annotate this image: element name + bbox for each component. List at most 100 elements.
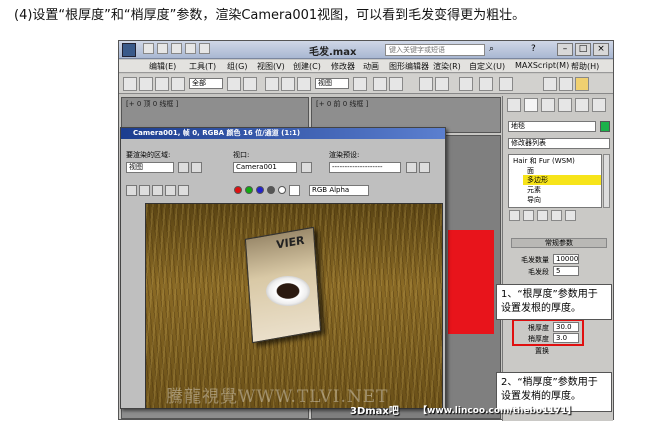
render-frame-window: Camera001, 帧 0, RGBA 颜色 16 位/通道 (1:1) 要渲…: [120, 127, 446, 409]
render-setup-icon[interactable]: [543, 77, 557, 91]
stack-item-polygon[interactable]: 多边形: [523, 175, 601, 185]
menu-views[interactable]: 视图(V): [257, 61, 285, 72]
remove-modifier-icon[interactable]: [551, 210, 562, 221]
layer-icon[interactable]: [459, 77, 473, 91]
hair-count-spinner[interactable]: 10000: [553, 254, 579, 264]
open-icon[interactable]: [157, 43, 168, 54]
utilities-tab-icon[interactable]: [592, 98, 606, 112]
curve-editor-icon[interactable]: [479, 77, 493, 91]
undo-icon[interactable]: [185, 43, 196, 54]
render-icon[interactable]: [575, 77, 589, 91]
rug-object-shaded: [448, 230, 494, 334]
snap-icon[interactable]: [373, 77, 387, 91]
menu-group[interactable]: 组(G): [227, 61, 247, 72]
auto-region-icon[interactable]: [191, 162, 202, 173]
edit-region-icon[interactable]: [178, 162, 189, 173]
create-tab-icon[interactable]: [507, 98, 521, 112]
make-unique-icon[interactable]: [537, 210, 548, 221]
stack-item-element[interactable]: 元素: [527, 185, 541, 195]
redo-icon[interactable]: [199, 43, 210, 54]
save-icon[interactable]: [171, 43, 182, 54]
menu-modifiers[interactable]: 修改器: [331, 61, 355, 72]
mono-icon[interactable]: [278, 186, 286, 194]
preset-dropdown[interactable]: --------------------: [329, 162, 401, 173]
modify-tab-icon[interactable]: [524, 98, 538, 112]
stack-scrollbar[interactable]: [603, 154, 610, 208]
reference-coord-dropdown[interactable]: 视图: [315, 78, 349, 89]
display-tab-icon[interactable]: [575, 98, 589, 112]
save-image-icon[interactable]: [126, 185, 137, 196]
red-channel-icon[interactable]: [234, 186, 242, 194]
copy-image-icon[interactable]: [139, 185, 150, 196]
modifier-list-dropdown[interactable]: 修改器列表: [508, 138, 610, 149]
clone-window-icon[interactable]: [152, 185, 163, 196]
clear-icon[interactable]: [178, 185, 189, 196]
search-icon[interactable]: ⌕: [489, 44, 494, 54]
search-input[interactable]: 键入关键字或短语: [385, 44, 485, 56]
title-bar: 毛发.max 键入关键字或短语 ⌕ ? – □ ×: [119, 41, 613, 59]
menu-edit[interactable]: 编辑(E): [149, 61, 176, 72]
object-name-field[interactable]: 地毯: [508, 121, 596, 132]
link-icon[interactable]: [139, 77, 153, 91]
blue-channel-icon[interactable]: [256, 186, 264, 194]
angle-snap-icon[interactable]: [389, 77, 403, 91]
main-toolbar: 全部 视图: [119, 74, 613, 94]
motion-tab-icon[interactable]: [558, 98, 572, 112]
selection-filter-dropdown[interactable]: 全部: [189, 78, 223, 89]
move-icon[interactable]: [265, 77, 279, 91]
object-color-swatch[interactable]: [600, 121, 610, 132]
mirror-icon[interactable]: [419, 77, 433, 91]
menu-tools[interactable]: 工具(T): [189, 61, 216, 72]
hair-count-label: 毛发数量: [521, 256, 549, 264]
menu-maxscript[interactable]: MAXScript(M): [515, 61, 569, 70]
select-by-name-icon[interactable]: [243, 77, 257, 91]
lock-viewport-icon[interactable]: [301, 162, 312, 173]
menu-help[interactable]: 帮助(H): [571, 61, 599, 72]
pivot-icon[interactable]: [353, 77, 367, 91]
menu-customize[interactable]: 自定义(U): [469, 61, 505, 72]
scale-icon[interactable]: [297, 77, 311, 91]
viewport-dropdown[interactable]: Camera001: [233, 162, 297, 173]
menu-animation[interactable]: 动画: [363, 61, 379, 72]
configure-sets-icon[interactable]: [565, 210, 576, 221]
app-logo-icon[interactable]: [122, 43, 136, 57]
maximize-button[interactable]: □: [575, 43, 591, 56]
viewport-front-label[interactable]: [+ 0 前 0 线框 ]: [316, 99, 368, 109]
viewport-top-label[interactable]: [+ 0 顶 0 线框 ]: [126, 99, 178, 109]
unlink-icon[interactable]: [155, 77, 169, 91]
material-editor-icon[interactable]: [499, 77, 513, 91]
render-setup-small-icon[interactable]: [406, 162, 417, 173]
hair-segments-spinner[interactable]: 5: [553, 266, 579, 276]
minimize-button[interactable]: –: [557, 43, 573, 56]
print-icon[interactable]: [165, 185, 176, 196]
render-window-title: Camera001, 帧 0, RGBA 颜色 16 位/通道 (1:1): [121, 128, 445, 139]
align-icon[interactable]: [435, 77, 449, 91]
green-channel-icon[interactable]: [245, 186, 253, 194]
general-params-rollout[interactable]: 常规参数: [511, 238, 607, 248]
channel-dropdown[interactable]: RGB Alpha: [309, 185, 369, 196]
close-button[interactable]: ×: [593, 43, 609, 56]
coffee-cup-object: [266, 276, 310, 306]
menu-create[interactable]: 创建(C): [293, 61, 321, 72]
undo-tool-icon[interactable]: [123, 77, 137, 91]
environment-icon[interactable]: [419, 162, 430, 173]
footer-brand: 3Dmax吧: [350, 406, 399, 417]
bind-icon[interactable]: [171, 77, 185, 91]
menu-graph-editors[interactable]: 图形编辑器: [389, 61, 429, 72]
rendered-frame-icon[interactable]: [559, 77, 573, 91]
help-icon[interactable]: ?: [531, 44, 536, 54]
new-icon[interactable]: [143, 43, 154, 54]
menu-bar: 编辑(E) 工具(T) 组(G) 视图(V) 创建(C) 修改器 动画 图形编辑…: [119, 60, 613, 73]
show-end-result-icon[interactable]: [523, 210, 534, 221]
alpha-channel-icon[interactable]: [267, 186, 275, 194]
stack-item-hair-fur[interactable]: Hair 和 Fur (WSM): [513, 156, 575, 166]
area-dropdown[interactable]: 视图: [126, 162, 174, 173]
rotate-icon[interactable]: [281, 77, 295, 91]
swatch-icon[interactable]: [289, 185, 300, 196]
pin-stack-icon[interactable]: [509, 210, 520, 221]
stack-item-guides[interactable]: 导向: [527, 195, 541, 205]
hierarchy-tab-icon[interactable]: [541, 98, 555, 112]
area-label: 要渲染的区域:: [126, 151, 171, 159]
select-icon[interactable]: [227, 77, 241, 91]
menu-rendering[interactable]: 渲染(R): [433, 61, 461, 72]
